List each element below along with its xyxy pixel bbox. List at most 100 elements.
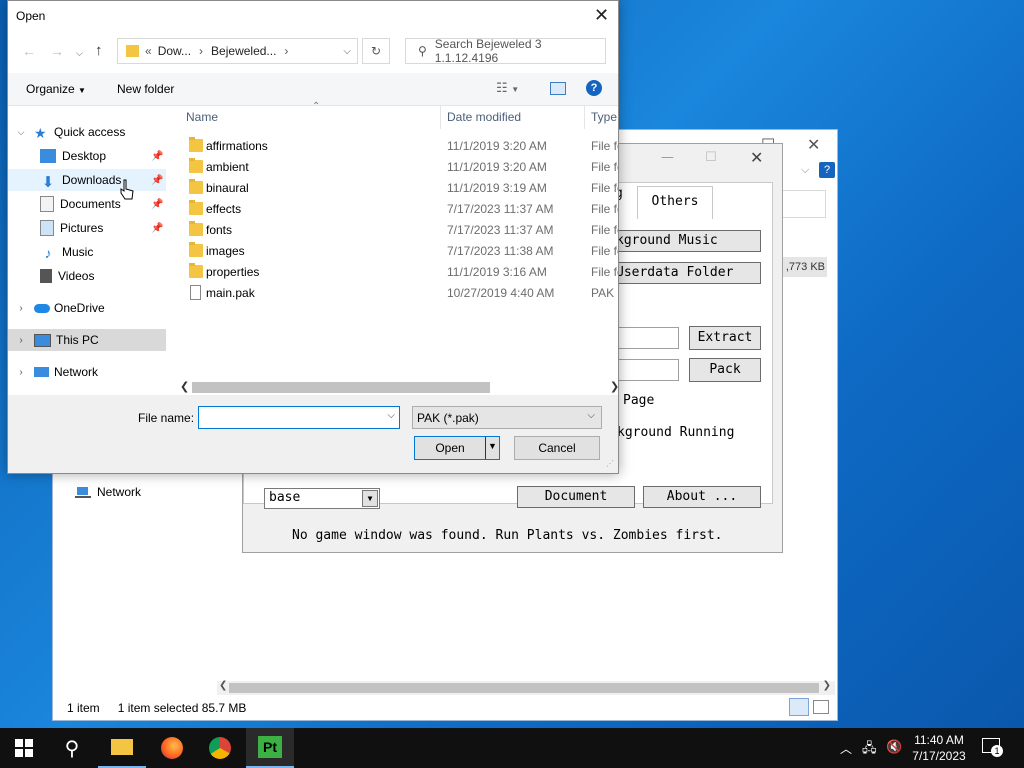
collapsed-chevron-icon[interactable]: ›	[8, 367, 34, 378]
pin-icon[interactable]: 📌	[151, 175, 163, 186]
refresh-button[interactable]: ↻	[362, 38, 390, 64]
pin-icon[interactable]: 📌	[151, 151, 163, 162]
minimize-icon[interactable]: —	[661, 150, 674, 165]
horizontal-scrollbar[interactable]: ❮ ❯	[174, 379, 619, 395]
volume-muted-icon[interactable]: 🔇	[886, 739, 902, 755]
organize-button[interactable]: Organize ▼	[26, 82, 86, 96]
file-name-input[interactable]: ⌵	[198, 406, 400, 429]
chevron-right-icon[interactable]: ›	[284, 44, 288, 58]
breadcrumb-item[interactable]: Dow...	[158, 44, 191, 58]
version-select[interactable]: base ▼	[264, 488, 380, 509]
nav-item-music[interactable]: ♪ Music	[8, 241, 166, 263]
collapsed-chevron-icon[interactable]: ›	[8, 335, 34, 346]
expanded-chevron-icon[interactable]: ⌵	[8, 127, 34, 138]
network-status-icon[interactable]: 🖧	[862, 739, 877, 761]
background-music-button[interactable]: kground Music	[613, 230, 761, 252]
start-button[interactable]	[0, 728, 48, 768]
column-header-type[interactable]: Type	[591, 110, 617, 124]
show-hidden-icons-icon[interactable]: ︿	[840, 740, 852, 757]
pin-icon[interactable]: 📌	[151, 223, 163, 234]
background-running-label[interactable]: kground Running	[617, 425, 734, 440]
overflow-icon[interactable]: «	[145, 44, 152, 58]
nav-item-videos[interactable]: Videos	[8, 265, 166, 287]
chrome-taskbar-button[interactable]	[196, 728, 244, 768]
forward-icon[interactable]: →	[50, 43, 64, 59]
firefox-taskbar-button[interactable]	[148, 728, 196, 768]
tab-others[interactable]: Others	[637, 186, 713, 219]
scroll-right-icon[interactable]: ❯	[823, 680, 831, 691]
file-row[interactable]: ambient 11/1/2019 3:20 AM File fo	[174, 157, 618, 178]
file-row[interactable]: effects 7/17/2023 11:37 AM File fo	[174, 199, 618, 220]
file-row[interactable]: images 7/17/2023 11:38 AM File fo	[174, 241, 618, 262]
dropdown-arrow-icon[interactable]: ▼	[488, 441, 497, 451]
help-icon[interactable]: ?	[586, 80, 602, 96]
horizontal-scrollbar[interactable]: ❮ ❯	[217, 680, 835, 695]
chevron-down-icon[interactable]: ⌵	[343, 46, 351, 57]
search-button[interactable]: ⚲	[48, 728, 96, 768]
nav-item-quick-access[interactable]: ⌵ ★ Quick access	[8, 121, 166, 143]
close-icon[interactable]: ✕	[594, 5, 609, 26]
scroll-right-icon[interactable]: ❯	[610, 380, 619, 393]
column-header-date[interactable]: Date modified	[447, 110, 521, 124]
large-icons-view-icon[interactable]	[813, 700, 829, 714]
open-button[interactable]: Open ▼	[414, 436, 500, 460]
cancel-button[interactable]: Cancel	[514, 436, 600, 460]
extract-button[interactable]: Extract	[689, 326, 761, 350]
search-box-fragment[interactable]	[780, 190, 826, 218]
chevron-right-icon[interactable]: ›	[199, 44, 203, 58]
nav-item-downloads[interactable]: ⬇ Downloads 📌	[8, 169, 166, 191]
pack-path-input[interactable]	[613, 359, 679, 381]
file-row[interactable]: properties 11/1/2019 3:16 AM File fo	[174, 262, 618, 283]
breadcrumb-item[interactable]: Bejeweled...	[211, 44, 276, 58]
file-row[interactable]: binaural 11/1/2019 3:19 AM File fo	[174, 178, 618, 199]
help-icon[interactable]: ?	[819, 162, 835, 178]
file-row[interactable]: affirmations 11/1/2019 3:20 AM File fo	[174, 136, 618, 157]
up-icon[interactable]: ↑	[95, 42, 103, 59]
close-icon[interactable]: ✕	[807, 135, 820, 155]
back-icon[interactable]: ←	[22, 43, 36, 59]
new-folder-button[interactable]: New folder	[117, 82, 174, 96]
nav-item-documents[interactable]: Documents 📌	[8, 193, 166, 215]
close-icon[interactable]: ✕	[750, 148, 763, 167]
file-type-select[interactable]: PAK (*.pak) ⌵	[412, 406, 602, 429]
about-button[interactable]: About ...	[643, 486, 761, 508]
dropdown-arrow-icon[interactable]: ▼	[362, 490, 378, 507]
userdata-folder-button[interactable]: Userdata Folder	[613, 262, 761, 284]
scroll-thumb[interactable]	[229, 683, 819, 693]
chevron-down-icon[interactable]: ⌵	[801, 164, 809, 177]
nav-item-network[interactable]: Network	[75, 485, 141, 499]
chevron-down-icon[interactable]: ⌵	[587, 410, 595, 421]
resize-grip-icon[interactable]: ⋰	[606, 459, 614, 468]
column-divider[interactable]	[440, 105, 441, 129]
file-explorer-taskbar-button[interactable]	[98, 728, 146, 768]
recent-locations-icon[interactable]: ⌵	[76, 48, 83, 59]
file-row[interactable]: fonts 7/17/2023 11:37 AM File fo	[174, 220, 618, 241]
pvz-tools-taskbar-button[interactable]: Pt	[246, 728, 294, 768]
pack-button[interactable]: Pack	[689, 358, 761, 382]
maximize-icon[interactable]: ☐	[705, 150, 717, 165]
search-input[interactable]: ⚲ Search Bejeweled 3 1.1.12.4196	[405, 37, 606, 65]
chevron-down-icon[interactable]: ⌵	[387, 410, 395, 421]
nav-item-this-pc[interactable]: › This PC	[8, 329, 166, 351]
address-bar[interactable]: « Dow... › Bejeweled... › ⌵	[117, 38, 358, 64]
column-divider[interactable]	[584, 105, 585, 129]
extract-path-input[interactable]	[613, 327, 679, 349]
nav-item-desktop[interactable]: Desktop 📌	[8, 145, 166, 167]
preview-pane-icon[interactable]	[550, 82, 566, 95]
file-type: File fo	[591, 181, 618, 195]
nav-item-network[interactable]: › Network	[8, 361, 166, 383]
file-row[interactable]: main.pak 10/27/2019 4:40 AM PAK F	[174, 283, 618, 304]
document-button[interactable]: Document	[517, 486, 635, 508]
nav-item-onedrive[interactable]: › OneDrive	[8, 297, 166, 319]
collapsed-chevron-icon[interactable]: ›	[8, 303, 34, 314]
nav-item-pictures[interactable]: Pictures 📌	[8, 217, 166, 239]
scroll-thumb[interactable]	[192, 382, 490, 393]
action-center-button[interactable]: 1	[982, 738, 1003, 757]
clock[interactable]: 11:40 AM 7/17/2023	[906, 732, 972, 764]
pin-icon[interactable]: 📌	[151, 199, 163, 210]
details-view-icon[interactable]	[789, 698, 809, 716]
view-options-icon[interactable]: ☷ ▼	[496, 80, 519, 96]
scroll-left-icon[interactable]: ❮	[180, 380, 189, 393]
scroll-left-icon[interactable]: ❮	[219, 680, 227, 691]
column-header-name[interactable]: Name	[186, 110, 218, 124]
